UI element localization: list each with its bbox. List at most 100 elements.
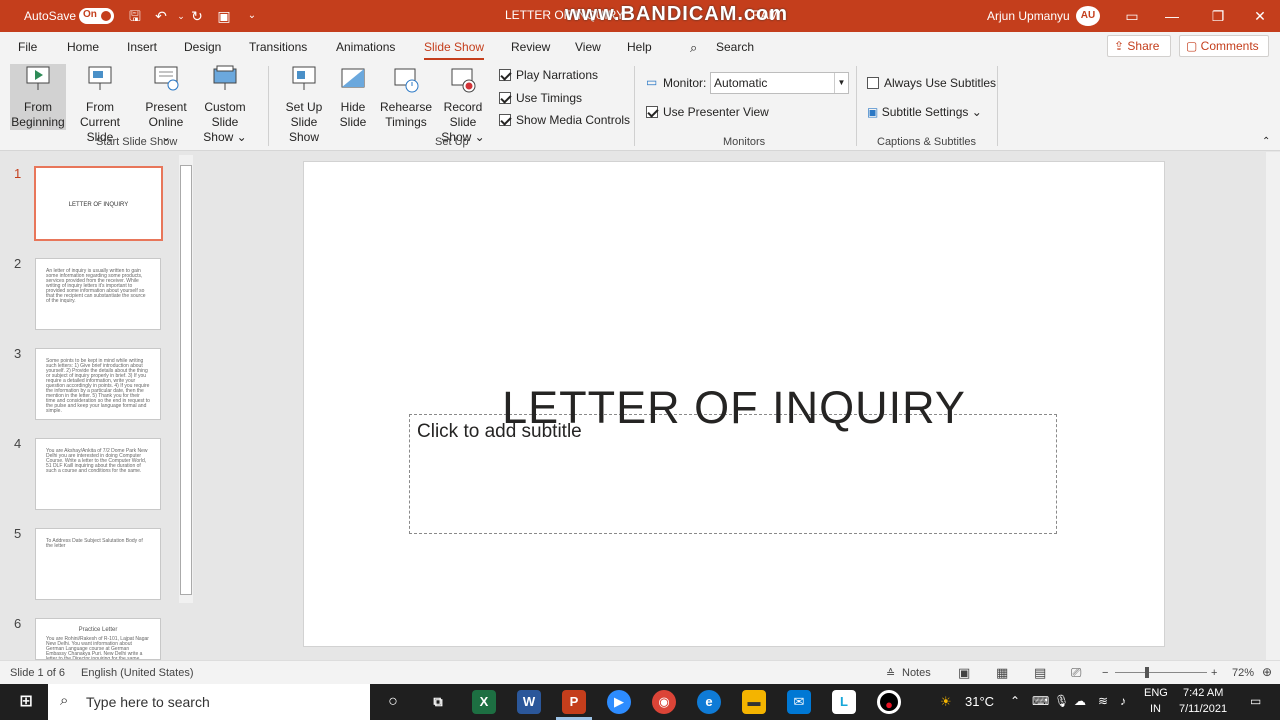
zoom-app-icon[interactable]: ▶ [607, 690, 631, 714]
slide-sorter-icon[interactable]: ▦ [996, 665, 1008, 681]
collapse-ribbon-icon[interactable]: ⌃ [1262, 136, 1270, 147]
tab-slide-show[interactable]: Slide Show [424, 40, 485, 60]
tab-help[interactable]: Help [627, 40, 652, 54]
slide-thumbnail-4[interactable]: You are Akshay/Ankita of 7/2 Dome Park N… [35, 438, 161, 510]
document-title-suffix: RAM [752, 8, 779, 22]
volume-icon[interactable]: ♪ [1120, 694, 1126, 708]
zoom-in-icon[interactable]: + [1211, 667, 1217, 679]
slide-number: 5 [14, 526, 22, 541]
monitor-select[interactable]: Automatic ▼ [710, 72, 849, 94]
tab-file[interactable]: File [18, 40, 37, 54]
clock-time[interactable]: 7:42 AM [1183, 687, 1223, 699]
clock-date[interactable]: 7/11/2021 [1179, 703, 1227, 715]
autosave-toggle[interactable]: On [79, 8, 114, 24]
slide-thumbnail-2[interactable]: An letter of inquiry is usually written … [35, 258, 161, 330]
user-name[interactable]: Arjun Upmanyu [987, 9, 1070, 23]
zoom-slider[interactable] [1115, 672, 1207, 673]
share-icon: ⇪ [1114, 39, 1128, 53]
onedrive-icon[interactable]: ☁ [1074, 694, 1086, 708]
search-icon: ⌕ [60, 692, 69, 709]
always-use-subtitles-checkbox[interactable]: Always Use Subtitles [867, 76, 996, 90]
task-view-icon[interactable]: ⧉ [426, 690, 450, 714]
thumbnails-scrollbar[interactable] [179, 155, 193, 603]
play-narrations-checkbox[interactable]: Play Narrations [499, 68, 598, 82]
group-label-start-slide-show: Start Slide Show [96, 136, 178, 148]
normal-view-icon[interactable]: ▣ [958, 665, 970, 681]
tab-view[interactable]: View [575, 40, 601, 54]
from-current-slide-button[interactable]: From Current Slide [68, 64, 132, 144]
slide-thumbnail-3[interactable]: Some points to be kept in mind while wri… [35, 348, 161, 420]
share-button[interactable]: ⇪ Share [1107, 35, 1171, 57]
slide-number: 6 [14, 616, 22, 631]
excel-icon[interactable]: X [472, 690, 496, 714]
mail-icon[interactable]: ✉ [787, 690, 811, 714]
present-icon[interactable]: ▣ [215, 7, 233, 25]
windows-start-icon[interactable]: ⊞ [14, 690, 38, 714]
slide-title[interactable]: LETTER OF INQUIRY [303, 382, 1165, 434]
ribbon-display-icon[interactable]: ▭ [1120, 6, 1144, 26]
redo-icon[interactable]: ↻ [188, 7, 206, 25]
comments-button[interactable]: ▢ Comments [1179, 35, 1269, 57]
zoom-level[interactable]: 72% [1232, 667, 1254, 679]
status-bar: Slide 1 of 6 English (United States) ≙ N… [0, 660, 1280, 684]
reading-view-icon[interactable]: ▤ [1034, 665, 1046, 681]
meet-now-icon[interactable]: ⌨ [1032, 694, 1049, 708]
use-presenter-view-checkbox[interactable]: Use Presenter View [646, 105, 769, 119]
show-hidden-icons-icon[interactable]: ⌃ [1010, 694, 1020, 708]
rehearse-timings-button[interactable]: Rehearse Timings [380, 64, 432, 130]
weather-icon[interactable]: ☀ [940, 694, 952, 710]
record-slide-show-button[interactable]: Record Slide Show ⌄ [432, 64, 494, 144]
present-online-button[interactable]: Present Online ⌄ [142, 64, 190, 144]
hide-slide-button[interactable]: Hide Slide [336, 64, 370, 130]
slide-thumbnail-6[interactable]: Practice Letter You are Rohini/Rakesh of … [35, 618, 161, 660]
notifications-icon[interactable]: ▭ [1250, 694, 1261, 708]
search-icon[interactable]: ⌕ [690, 40, 697, 56]
input-language[interactable]: ENG [1144, 687, 1168, 699]
slide-thumbnail-5[interactable]: To Address Date Subject Salutation Body … [35, 528, 161, 600]
close-icon[interactable]: ✕ [1248, 6, 1272, 26]
slide-show-view-icon[interactable]: ⎚ [1071, 665, 1081, 681]
maximize-icon[interactable]: ❐ [1206, 6, 1230, 26]
set-up-slide-show-button[interactable]: Set Up Slide Show [274, 64, 334, 144]
search-label[interactable]: Search [716, 40, 754, 54]
input-region[interactable]: IN [1150, 703, 1161, 715]
file-explorer-icon[interactable]: ▬ [742, 690, 766, 714]
language-indicator[interactable]: English (United States) [81, 667, 194, 679]
weather-temperature[interactable]: 31°C [965, 694, 994, 709]
edge-icon[interactable]: e [697, 690, 721, 714]
tab-design[interactable]: Design [184, 40, 221, 54]
bandicam-record-icon[interactable]: ● [877, 690, 901, 714]
powerpoint-icon[interactable]: P [562, 690, 586, 714]
chrome-icon[interactable]: ◉ [652, 690, 676, 714]
notes-icon[interactable]: ≙ [886, 667, 895, 680]
editor-scrollbar[interactable] [1266, 152, 1280, 660]
tab-review[interactable]: Review [511, 40, 550, 54]
taskbar-search-box[interactable]: ⌕ Type here to search [48, 684, 370, 720]
group-divider [634, 66, 635, 146]
cortana-icon[interactable]: ○ [381, 690, 405, 714]
avatar[interactable]: AU [1076, 6, 1100, 26]
wifi-icon[interactable]: ≋ [1098, 694, 1108, 708]
word-icon[interactable]: W [517, 690, 541, 714]
tab-insert[interactable]: Insert [127, 40, 157, 54]
use-timings-checkbox[interactable]: Use Timings [499, 91, 582, 105]
l-app-icon[interactable]: L [832, 690, 856, 714]
minimize-icon[interactable]: — [1160, 6, 1184, 26]
zoom-slider-thumb[interactable] [1145, 667, 1149, 678]
fit-to-window-icon[interactable]: ⊕ [1262, 665, 1272, 679]
zoom-out-icon[interactable]: − [1102, 667, 1108, 679]
save-icon[interactable]: 🖫 [126, 7, 144, 25]
show-media-controls-checkbox[interactable]: Show Media Controls [499, 113, 630, 127]
slide-thumbnail-1[interactable]: LETTER OF INQUIRY [34, 166, 163, 241]
undo-icon[interactable]: ↶ [152, 7, 170, 25]
notes-button[interactable]: Notes [902, 667, 931, 679]
from-beginning-button[interactable]: From Beginning [10, 64, 66, 130]
tab-home[interactable]: Home [67, 40, 99, 54]
subtitle-settings-button[interactable]: ▣ Subtitle Settings ⌄ [867, 105, 982, 119]
tab-animations[interactable]: Animations [336, 40, 395, 54]
microphone-icon[interactable]: 🎙 [1054, 694, 1069, 708]
scrollbar-thumb[interactable] [180, 165, 192, 595]
customize-qat-icon[interactable]: ⌄ [243, 7, 261, 25]
tab-transitions[interactable]: Transitions [249, 40, 307, 54]
custom-slide-show-button[interactable]: Custom Slide Show ⌄ [190, 64, 260, 144]
